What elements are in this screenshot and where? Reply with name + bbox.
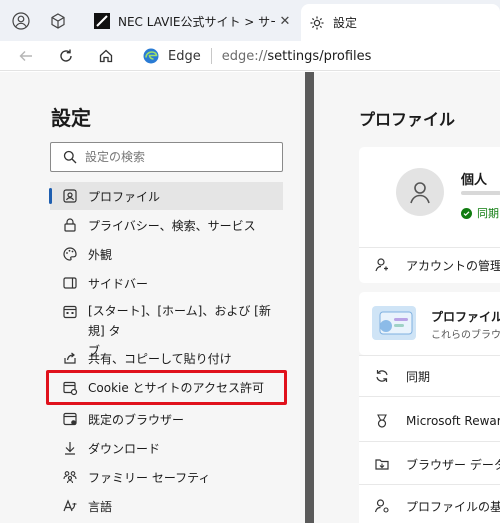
sidebar-item-appearance[interactable]: 外観 — [50, 240, 283, 268]
card-divider — [359, 441, 500, 442]
sidebar-item-label: 既定のブラウザー — [88, 412, 185, 427]
cookie-permissions-icon — [60, 378, 80, 398]
promo-subtitle: これらのブラウザ — [431, 330, 500, 341]
sidebar-item-label: ファミリー セーフティ — [88, 470, 211, 485]
import-data-icon — [372, 454, 392, 474]
tab-title: NEC LAVIE公式サイト > サービス＆サ — [118, 14, 275, 29]
card-divider — [359, 355, 500, 356]
workspaces-icon[interactable] — [48, 11, 68, 31]
appearance-palette-icon — [60, 244, 80, 264]
settings-search[interactable] — [50, 142, 283, 172]
rewards-icon — [372, 411, 392, 431]
back-arrow-icon[interactable] — [14, 45, 38, 67]
sidebar-item-profiles[interactable]: プロファイル — [49, 182, 283, 210]
person-icon — [410, 182, 430, 204]
settings-page: 設定 プロファイル プライバシー、検索、サービス 外観 サイドバー [スタート]… — [0, 72, 500, 523]
refresh-icon[interactable] — [54, 45, 78, 67]
row-label: ブラウザー データのイ — [406, 457, 500, 472]
profile-preferences-row[interactable]: プロファイルの基本 — [359, 489, 500, 523]
url-host: edge:// — [221, 48, 268, 64]
sync-icon — [372, 366, 392, 386]
profile-name: 個人 — [461, 173, 488, 188]
search-input[interactable] — [85, 150, 265, 164]
profile-email-redacted — [461, 191, 500, 195]
account-icon — [372, 255, 392, 275]
check-icon — [461, 207, 472, 219]
sidebar-item-privacy[interactable]: プライバシー、検索、サービス — [50, 211, 283, 239]
profile-icon — [60, 186, 80, 206]
profile-settings-list: 同期 Microsoft Rewar ブラウザー データのイ プロファイルの基本 — [359, 355, 500, 523]
promo-illustration-icon — [372, 306, 416, 340]
tab-bar: NEC LAVIE公式サイト > サービス＆サ ✕ 設定 — [0, 0, 500, 41]
gear-icon — [310, 16, 324, 29]
sidebar-item-label: プライバシー、検索、サービス — [88, 218, 256, 233]
tab-nec-lavie[interactable]: NEC LAVIE公式サイト > サービス＆サ ✕ — [86, 6, 301, 36]
profile-preferences-icon — [372, 496, 392, 516]
profiles-panel: プロファイル 個人 同期 アカウントの管理 プロファイル設 これらのブラウザ — [314, 72, 500, 523]
row-label: Microsoft Rewar — [406, 414, 500, 428]
url-path: settings/profiles — [267, 48, 372, 64]
section-title: プロファイル — [359, 110, 456, 129]
browser-label: Edge — [168, 48, 201, 64]
family-icon — [60, 467, 80, 487]
sidebar-item-label: 言語 — [88, 499, 113, 514]
row-label: 同期 — [406, 369, 431, 384]
url-divider — [210, 48, 212, 64]
sidebar-item-cookies-permissions[interactable]: Cookie とサイトのアクセス許可 — [46, 370, 287, 405]
sidebar-item-label: Cookie とサイトのアクセス許可 — [88, 381, 264, 395]
close-tab-icon[interactable]: ✕ — [275, 14, 295, 29]
sidebar-item-family-safety[interactable]: ファミリー セーフティ — [50, 463, 283, 491]
default-browser-icon — [60, 409, 80, 429]
sidebar-item-sidebar[interactable]: サイドバー — [50, 269, 283, 297]
promo-title: プロファイル設 — [431, 310, 500, 324]
profile-avatar — [396, 168, 444, 216]
rewards-row[interactable]: Microsoft Rewar — [359, 404, 500, 438]
sync-status-label: 同期 — [477, 207, 499, 220]
nec-favicon-icon — [94, 13, 110, 29]
sidebar-item-downloads[interactable]: ダウンロード — [50, 434, 283, 462]
sync-status: 同期 — [461, 205, 499, 221]
sidebar-item-label: 外観 — [88, 247, 113, 262]
tab-title: 設定 — [333, 16, 358, 30]
import-data-row[interactable]: ブラウザー データのイ — [359, 447, 500, 481]
privacy-lock-icon — [60, 215, 80, 235]
address-bar: Edge edge://settings/profiles — [0, 41, 500, 71]
profile-card: 個人 同期 アカウントの管理 — [359, 147, 500, 283]
page-title: 設定 — [51, 106, 91, 130]
edge-logo-icon — [143, 48, 159, 64]
manage-account-row[interactable]: アカウントの管理 — [359, 247, 500, 283]
sync-row[interactable]: 同期 — [359, 359, 500, 393]
home-icon[interactable] — [94, 45, 118, 67]
url-field[interactable]: Edge edge://settings/profiles — [136, 42, 500, 70]
selection-indicator — [49, 188, 52, 204]
sidebar-icon — [60, 273, 80, 293]
sidebar-item-default-browser[interactable]: 既定のブラウザー — [50, 405, 283, 433]
tab-settings[interactable]: 設定 — [301, 4, 500, 41]
profile-avatar-icon[interactable] — [11, 11, 31, 31]
card-divider — [359, 396, 500, 397]
sidebar-item-label: [スタート]、[ホーム]、および [新規] タ — [88, 304, 271, 338]
profile-settings-promo[interactable]: プロファイル設 これらのブラウザ — [359, 292, 500, 355]
sidebar-item-start-home[interactable]: [スタート]、[ホーム]、および [新規] タブ — [50, 299, 283, 358]
language-icon — [60, 496, 80, 516]
pane-divider[interactable] — [305, 72, 314, 523]
download-icon — [60, 438, 80, 458]
sidebar-item-label: ダウンロード — [88, 441, 161, 456]
start-home-icon — [60, 302, 80, 322]
search-icon — [63, 150, 77, 164]
sidebar-item-share-copy-paste[interactable]: 共有、コピーして貼り付け — [50, 344, 283, 372]
sidebar-item-label: サイドバー — [88, 276, 149, 291]
sidebar-item-languages[interactable]: 言語 — [50, 492, 283, 520]
row-label: プロファイルの基本 — [406, 499, 500, 514]
settings-sidebar: 設定 プロファイル プライバシー、検索、サービス 外観 サイドバー [スタート]… — [0, 72, 305, 523]
manage-account-label: アカウントの管理 — [406, 258, 500, 273]
card-divider — [359, 484, 500, 485]
sidebar-item-label: プロファイル — [88, 189, 161, 204]
sidebar-item-label: 共有、コピーして貼り付け — [88, 351, 232, 366]
share-icon — [60, 348, 80, 368]
